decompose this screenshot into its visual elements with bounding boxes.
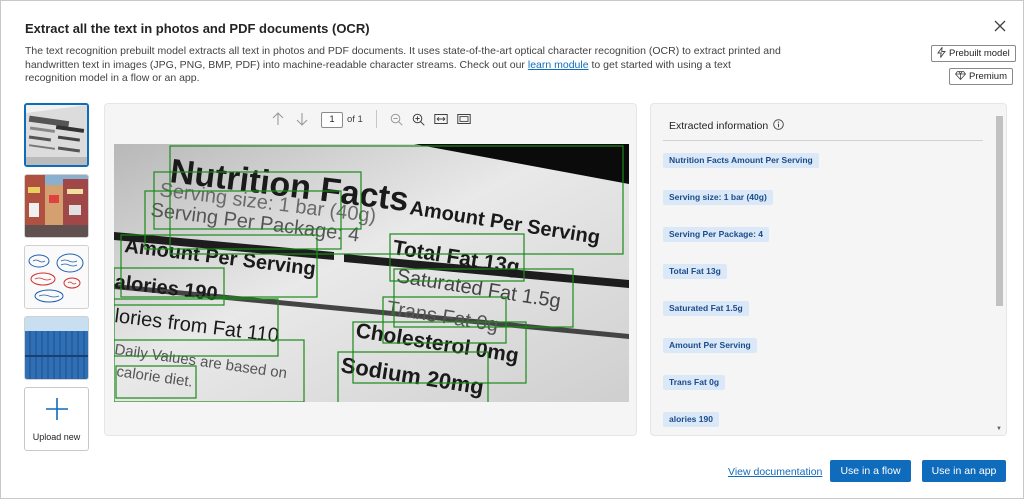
extracted-item[interactable]: Total Fat 13g	[663, 264, 727, 279]
scrollbar-thumb[interactable]	[996, 116, 1003, 306]
arrow-down-icon[interactable]	[295, 112, 309, 126]
page-number-input[interactable]: 1	[321, 112, 343, 128]
extracted-item[interactable]: Serving size: 1 bar (40g)	[663, 190, 773, 205]
plus-icon	[45, 397, 69, 426]
prebuilt-model-label: Prebuilt model	[949, 48, 1010, 59]
learn-module-link[interactable]: learn module	[528, 59, 589, 71]
thumbnail-list: Upload new	[24, 103, 90, 451]
extracted-info-title: Extracted information	[669, 120, 769, 132]
dialog-title: Extract all the text in photos and PDF d…	[25, 21, 370, 36]
extracted-item[interactable]: Saturated Fat 1.5g	[663, 301, 749, 316]
panel-divider	[663, 140, 983, 141]
dialog-description: The text recognition prebuilt model extr…	[25, 45, 785, 86]
zoom-out-icon[interactable]	[389, 112, 403, 126]
prebuilt-model-tag: Prebuilt model	[931, 45, 1016, 62]
thumbnail-containers[interactable]	[24, 316, 89, 380]
zoom-in-icon[interactable]	[411, 112, 425, 126]
viewer-toolbar: 1 of 1	[105, 104, 636, 134]
extracted-item[interactable]: Trans Fat 0g	[663, 375, 726, 390]
document-image: Nutrition Facts Serving size: 1 bar (40g…	[114, 144, 629, 402]
extracted-info-header: Extracted information	[669, 119, 784, 133]
info-icon[interactable]	[773, 119, 784, 133]
page-count-label: of 1	[347, 114, 363, 125]
fit-width-icon[interactable]	[434, 112, 448, 126]
extracted-item[interactable]: Amount Per Serving	[663, 338, 757, 353]
premium-label: Premium	[969, 71, 1008, 82]
thumbnail-handwriting[interactable]	[24, 245, 89, 309]
view-documentation-link[interactable]: View documentation	[728, 466, 822, 478]
scroll-down-icon[interactable]: ▼	[995, 426, 1003, 432]
lightning-icon	[937, 45, 946, 61]
image-viewer: 1 of 1 Nutrition Facts Serving size: 1 b…	[104, 103, 637, 436]
use-in-app-button[interactable]: Use in an app	[922, 460, 1006, 482]
premium-tag: Premium	[949, 68, 1014, 85]
extracted-info-panel: Extracted information Nutrition Facts Am…	[650, 103, 1007, 436]
close-icon[interactable]	[991, 17, 1009, 35]
panel-scrollbar[interactable]: ▼	[995, 114, 1003, 434]
thumbnail-street-signs[interactable]	[24, 174, 89, 238]
diamond-icon	[954, 70, 967, 83]
upload-new-label: Upload new	[32, 431, 81, 442]
thumbnail-nutrition-label[interactable]	[24, 103, 89, 167]
upload-new-button[interactable]: Upload new	[24, 387, 89, 451]
use-in-flow-button[interactable]: Use in a flow	[830, 460, 911, 482]
extracted-item[interactable]: Nutrition Facts Amount Per Serving	[663, 153, 819, 168]
toolbar-divider	[376, 110, 377, 128]
fit-page-icon[interactable]	[457, 112, 471, 126]
extracted-item[interactable]: Serving Per Package: 4	[663, 227, 770, 242]
ocr-dialog: Extract all the text in photos and PDF d…	[0, 0, 1024, 499]
arrow-up-icon[interactable]	[271, 112, 285, 126]
extracted-item[interactable]: alories 190	[663, 412, 719, 427]
